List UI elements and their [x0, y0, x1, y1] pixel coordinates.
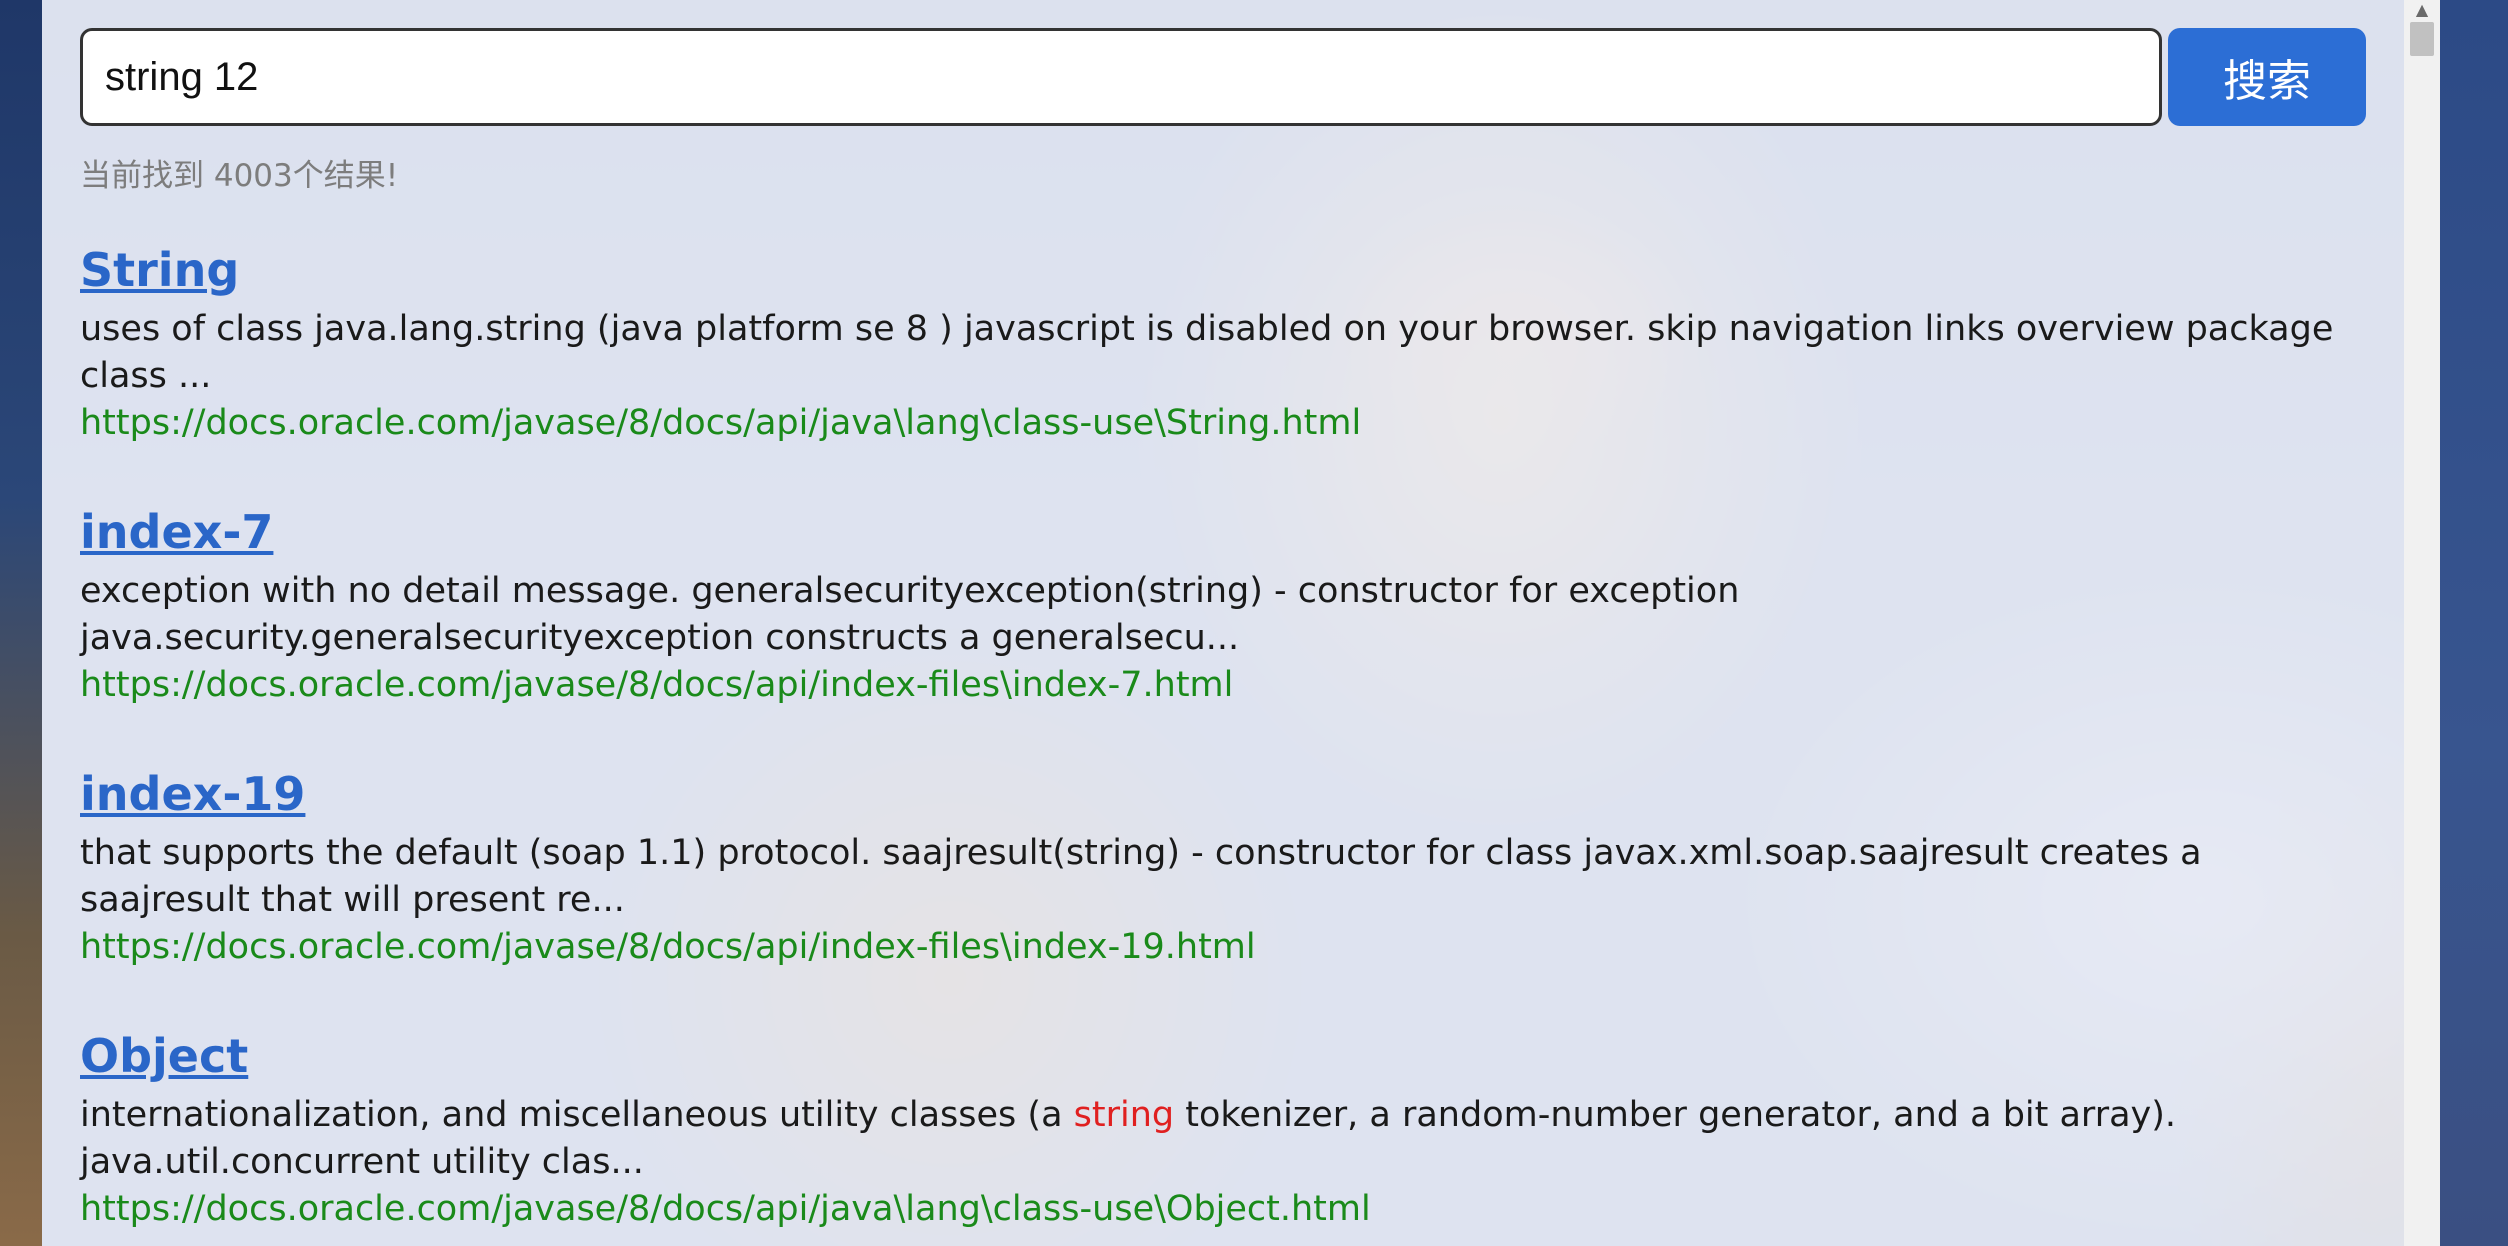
result-url[interactable]: https://docs.oracle.com/javase/8/docs/ap… — [80, 924, 2370, 971]
result-item: index-7 exception with no detail message… — [80, 502, 2370, 764]
result-description: internationalization, and miscellaneous … — [80, 1092, 2370, 1186]
result-description: uses of class java.lang.string (java pla… — [80, 306, 2370, 400]
result-description-text: that supports the default (soap 1.1) pro… — [80, 833, 2202, 920]
result-description-text: exception with no detail message. genera… — [80, 571, 1740, 658]
scroll-up-arrow-icon[interactable]: ▲ — [2404, 0, 2440, 20]
result-description: that supports the default (soap 1.1) pro… — [80, 830, 2370, 924]
result-description-text: internationalization, and miscellaneous … — [80, 1095, 1074, 1135]
result-url[interactable]: https://docs.oracle.com/javase/8/docs/ap… — [80, 662, 2370, 709]
search-button[interactable]: 搜索 — [2168, 28, 2366, 126]
vertical-scrollbar[interactable]: ▲ — [2404, 0, 2440, 1246]
result-item: Object internationalization, and miscell… — [80, 1026, 2370, 1246]
result-title-link[interactable]: String — [80, 240, 239, 300]
result-count: 当前找到 4003个结果! — [80, 158, 399, 194]
result-item: String uses of class java.lang.string (j… — [80, 240, 2370, 502]
search-input[interactable] — [80, 28, 2162, 126]
result-description-text: uses of class java.lang.string (java pla… — [80, 309, 2334, 396]
scrollbar-thumb[interactable] — [2410, 22, 2434, 56]
result-title-link[interactable]: index-7 — [80, 502, 273, 562]
result-url[interactable]: https://docs.oracle.com/javase/8/docs/ap… — [80, 400, 2370, 447]
result-url[interactable]: https://docs.oracle.com/javase/8/docs/ap… — [80, 1186, 2370, 1233]
result-item: index-19 that supports the default (soap… — [80, 764, 2370, 1026]
results-list: String uses of class java.lang.string (j… — [80, 240, 2370, 1246]
result-title-link[interactable]: index-19 — [80, 764, 305, 824]
result-description-highlight: string — [1073, 1095, 1175, 1135]
result-title-link[interactable]: Object — [80, 1026, 248, 1086]
background-right-edge — [2440, 0, 2508, 1246]
result-description: exception with no detail message. genera… — [80, 568, 2370, 662]
background-left-edge — [0, 0, 42, 1246]
